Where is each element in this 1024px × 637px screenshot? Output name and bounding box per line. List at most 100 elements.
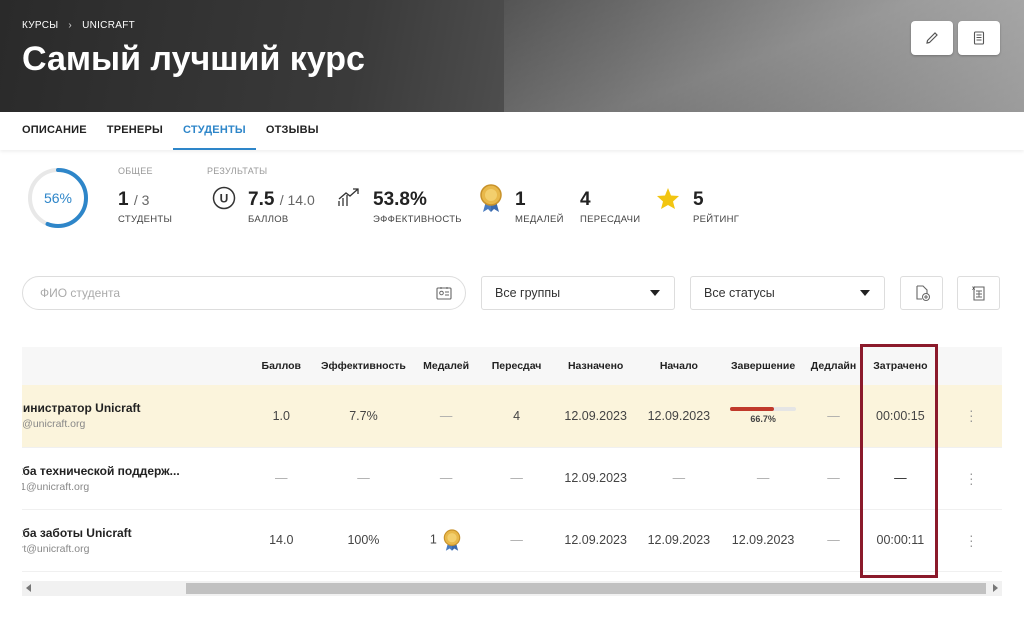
student-cell[interactable]: жба заботы Unicraft ort@unicraft.org (22, 509, 248, 572)
table-header: Баллов Эффективность Медалей Пересдач На… (22, 347, 1002, 385)
completion-progress-label: 66.7% (750, 414, 776, 425)
col-medals[interactable]: Медалей (411, 347, 481, 385)
retakes-cell: — (480, 509, 553, 572)
header-background (504, 0, 1024, 112)
id-card-icon[interactable] (436, 286, 452, 300)
retakes-cell: 4 (480, 385, 553, 448)
retakes-value: 4 (580, 189, 591, 210)
add-file-icon (915, 285, 930, 301)
scroll-left-arrow-icon[interactable] (26, 584, 31, 592)
col-retakes[interactable]: Пересдач (480, 347, 553, 385)
points-cell: 1.0 (247, 385, 315, 448)
scroll-right-arrow-icon[interactable] (993, 584, 998, 592)
medals-cell: — (411, 385, 481, 448)
completion-cell: 66.7% (719, 385, 807, 448)
spent-column-highlight (860, 344, 938, 578)
table-row[interactable]: жба технической поддерж... +1@unicraft.o… (22, 447, 1002, 510)
points-count: 7.5 / 14.0 (248, 189, 315, 211)
medals-count: 1 (429, 532, 437, 547)
export-excel-button[interactable]: x (957, 276, 1000, 310)
points-cell: 14.0 (247, 509, 315, 572)
assigned-cell: 12.09.2023 (552, 509, 639, 572)
students-value: 1 (118, 189, 129, 210)
efficiency-cell: — (314, 447, 412, 510)
row-actions[interactable]: · · · (940, 509, 1002, 572)
star-icon (657, 188, 679, 209)
start-cell: — (638, 447, 720, 510)
search-input[interactable] (40, 277, 430, 309)
rating-label: РЕЙТИНГ (693, 214, 740, 225)
tab-students[interactable]: СТУДЕНТЫ (172, 112, 256, 150)
edit-button[interactable] (911, 21, 953, 55)
col-start[interactable]: Начало (638, 347, 720, 385)
efficiency-value: 53.8% (373, 189, 427, 210)
breadcrumb-unicraft[interactable]: UNICRAFT (82, 20, 135, 31)
student-cell[interactable]: жба технической поддерж... +1@unicraft.o… (22, 447, 248, 510)
group-select-value: Все группы (495, 286, 561, 300)
page-title: Самый лучший курс (22, 40, 365, 78)
completion-cell: 12.09.2023 (719, 509, 807, 572)
breadcrumb: КУРСЫ › UNICRAFT (22, 20, 135, 31)
medal-icon (444, 529, 461, 551)
progress-percent: 56% (43, 190, 73, 206)
scrollbar-thumb[interactable] (186, 583, 986, 594)
medals-cell: 1 (411, 509, 481, 572)
row-actions[interactable]: · · · (940, 385, 1002, 448)
students-total: / 3 (133, 192, 150, 208)
tab-reviews[interactable]: ОТЗЫВЫ (266, 112, 319, 150)
col-completion[interactable]: Завершение (719, 347, 807, 385)
student-search (22, 276, 466, 310)
total-label: ОБЩЕЕ (118, 166, 153, 176)
more-dots-icon[interactable]: · · · (941, 466, 1002, 490)
excel-export-icon: x (972, 286, 985, 301)
document-icon (973, 31, 985, 45)
results-label: РЕЗУЛЬТАТЫ (207, 166, 268, 176)
medals-cell: — (411, 447, 481, 510)
student-email: in@unicraft.org (22, 418, 86, 431)
col-actions (940, 347, 1002, 385)
students-label: СТУДЕНТЫ (118, 214, 173, 225)
tab-description[interactable]: ОПИСАНИЕ (22, 112, 87, 150)
u-badge-icon: U (212, 186, 236, 210)
tab-bar: ОПИСАНИЕ ТРЕНЕРЫ СТУДЕНТЫ ОТЗЫВЫ (0, 112, 1024, 150)
medal-icon (480, 184, 502, 212)
svg-text:U: U (220, 192, 229, 206)
completion-progress-bar (730, 407, 797, 412)
report-button[interactable] (958, 21, 1000, 55)
group-select[interactable]: Все группы (481, 276, 675, 310)
col-efficiency[interactable]: Эффективность (314, 347, 412, 385)
horizontal-scrollbar[interactable] (22, 581, 1002, 596)
student-name: жба заботы Unicraft (22, 525, 132, 540)
student-cell[interactable]: министратор Unicraft in@unicraft.org (22, 385, 248, 448)
retakes-label: ПЕРЕСДАЧИ (580, 214, 641, 225)
col-points[interactable]: Баллов (247, 347, 315, 385)
medals-label: МЕДАЛЕЙ (515, 214, 564, 225)
student-email: +1@unicraft.org (22, 480, 90, 493)
col-assigned[interactable]: Назначено (552, 347, 639, 385)
completion-cell: — (719, 447, 807, 510)
col-name[interactable] (22, 347, 248, 385)
points-value: 7.5 (248, 189, 275, 210)
rating-value: 5 (693, 189, 704, 210)
add-file-button[interactable] (900, 276, 943, 310)
table-row[interactable]: министратор Unicraft in@unicraft.org 1.0… (22, 385, 1002, 448)
row-actions[interactable]: · · · (940, 447, 1002, 510)
start-cell: 12.09.2023 (638, 385, 720, 448)
col-deadline[interactable]: Дедлайн (806, 347, 861, 385)
students-table: Баллов Эффективность Медалей Пересдач На… (22, 347, 1002, 573)
breadcrumb-courses[interactable]: КУРСЫ (22, 20, 58, 31)
retakes-cell: — (480, 447, 553, 510)
more-dots-icon[interactable]: · · · (941, 403, 1002, 427)
tab-trainers[interactable]: ТРЕНЕРЫ (107, 112, 163, 150)
deadline-cell: — (806, 447, 861, 510)
svg-text:x: x (972, 286, 975, 292)
status-select[interactable]: Все статусы (690, 276, 885, 310)
status-select-value: Все статусы (704, 286, 775, 300)
points-cell: — (247, 447, 315, 510)
chevron-right-icon: › (68, 20, 73, 31)
student-name: жба технической поддерж... (22, 463, 180, 478)
table-row[interactable]: жба заботы Unicraft ort@unicraft.org 14.… (22, 509, 1002, 572)
more-dots-icon[interactable]: · · · (941, 528, 1002, 552)
assigned-cell: 12.09.2023 (552, 385, 639, 448)
deadline-cell: — (806, 509, 861, 572)
